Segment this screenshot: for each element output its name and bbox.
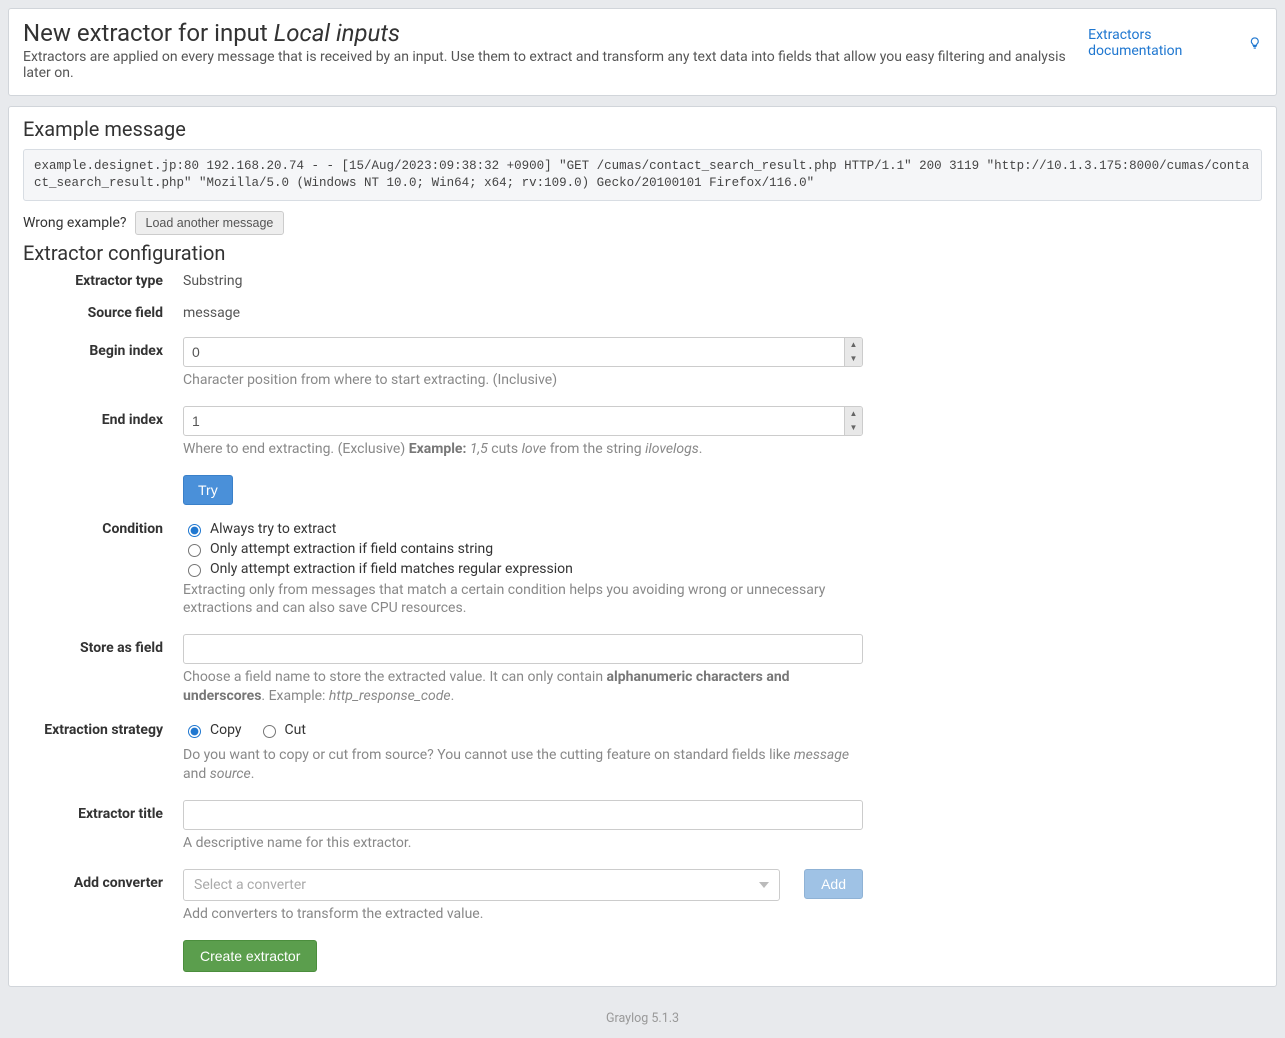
store-as-label: Store as field bbox=[23, 634, 183, 706]
condition-contains-radio[interactable] bbox=[188, 544, 201, 557]
strategy-label: Extraction strategy bbox=[23, 722, 183, 784]
chevron-up-icon[interactable]: ▲ bbox=[845, 338, 862, 352]
store-as-help: Choose a field name to store the extract… bbox=[183, 668, 863, 706]
condition-always-row[interactable]: Always try to extract bbox=[183, 521, 863, 537]
strategy-cut-row[interactable]: Cut bbox=[258, 722, 306, 738]
end-index-input[interactable] bbox=[183, 406, 863, 436]
example-message-box: example.designet.jp:80 192.168.20.74 - -… bbox=[23, 149, 1262, 201]
create-extractor-button[interactable]: Create extractor bbox=[183, 940, 317, 972]
strategy-cut-label: Cut bbox=[285, 722, 306, 738]
extractor-title-help: A descriptive name for this extractor. bbox=[183, 834, 863, 853]
end-index-help: Where to end extracting. (Exclusive) Exa… bbox=[183, 440, 863, 459]
extractors-documentation-link[interactable]: Extractors documentation bbox=[1088, 27, 1262, 59]
page-subtitle: Extractors are applied on every message … bbox=[23, 49, 1088, 81]
chevron-down-icon[interactable]: ▼ bbox=[845, 352, 862, 366]
condition-always-label: Always try to extract bbox=[210, 521, 336, 537]
load-another-message-button[interactable]: Load another message bbox=[135, 211, 285, 235]
doc-link-label: Extractors documentation bbox=[1088, 27, 1244, 59]
example-heading: Example message bbox=[23, 117, 1262, 141]
end-index-spinner[interactable]: ▲ ▼ bbox=[844, 407, 862, 435]
condition-regex-radio[interactable] bbox=[188, 564, 201, 577]
condition-contains-row[interactable]: Only attempt extraction if field contain… bbox=[183, 541, 863, 557]
begin-index-label: Begin index bbox=[23, 337, 183, 390]
condition-label: Condition bbox=[23, 521, 183, 619]
source-field-value: message bbox=[183, 305, 863, 321]
page-title: New extractor for input Local inputs bbox=[23, 19, 1088, 47]
extractor-title-label: Extractor title bbox=[23, 800, 183, 853]
chevron-down-icon[interactable]: ▼ bbox=[845, 421, 862, 435]
strategy-cut-radio[interactable] bbox=[263, 725, 276, 738]
add-converter-help: Add converters to transform the extracte… bbox=[183, 905, 863, 924]
condition-regex-row[interactable]: Only attempt extraction if field matches… bbox=[183, 561, 863, 577]
footer-version: Graylog 5.1.3 bbox=[8, 997, 1277, 1030]
begin-index-help: Character position from where to start e… bbox=[183, 371, 863, 390]
condition-regex-label: Only attempt extraction if field matches… bbox=[210, 561, 573, 577]
title-input-name: Local inputs bbox=[274, 19, 400, 47]
add-converter-button[interactable]: Add bbox=[804, 869, 863, 899]
try-button[interactable]: Try bbox=[183, 475, 233, 505]
main-panel: Example message example.designet.jp:80 1… bbox=[8, 106, 1277, 987]
header-panel: New extractor for input Local inputs Ext… bbox=[8, 8, 1277, 96]
lightbulb-icon bbox=[1248, 36, 1262, 50]
title-prefix: New extractor for input bbox=[23, 19, 274, 47]
source-field-label: Source field bbox=[23, 305, 183, 321]
config-heading: Extractor configuration bbox=[23, 241, 1262, 265]
wrong-example-label: Wrong example? bbox=[23, 215, 127, 231]
strategy-help: Do you want to copy or cut from source? … bbox=[183, 746, 863, 784]
condition-contains-label: Only attempt extraction if field contain… bbox=[210, 541, 493, 557]
add-converter-label: Add converter bbox=[23, 869, 183, 924]
extractor-type-label: Extractor type bbox=[23, 273, 183, 289]
strategy-copy-label: Copy bbox=[210, 722, 242, 738]
chevron-up-icon[interactable]: ▲ bbox=[845, 407, 862, 421]
condition-help: Extracting only from messages that match… bbox=[183, 581, 863, 619]
end-index-label: End index bbox=[23, 406, 183, 459]
strategy-copy-row[interactable]: Copy bbox=[183, 722, 242, 738]
strategy-copy-radio[interactable] bbox=[188, 725, 201, 738]
extractor-type-value: Substring bbox=[183, 273, 863, 289]
extractor-title-input[interactable] bbox=[183, 800, 863, 830]
condition-always-radio[interactable] bbox=[188, 524, 201, 537]
store-as-input[interactable] bbox=[183, 634, 863, 664]
begin-index-input[interactable] bbox=[183, 337, 863, 367]
begin-index-spinner[interactable]: ▲ ▼ bbox=[844, 338, 862, 366]
